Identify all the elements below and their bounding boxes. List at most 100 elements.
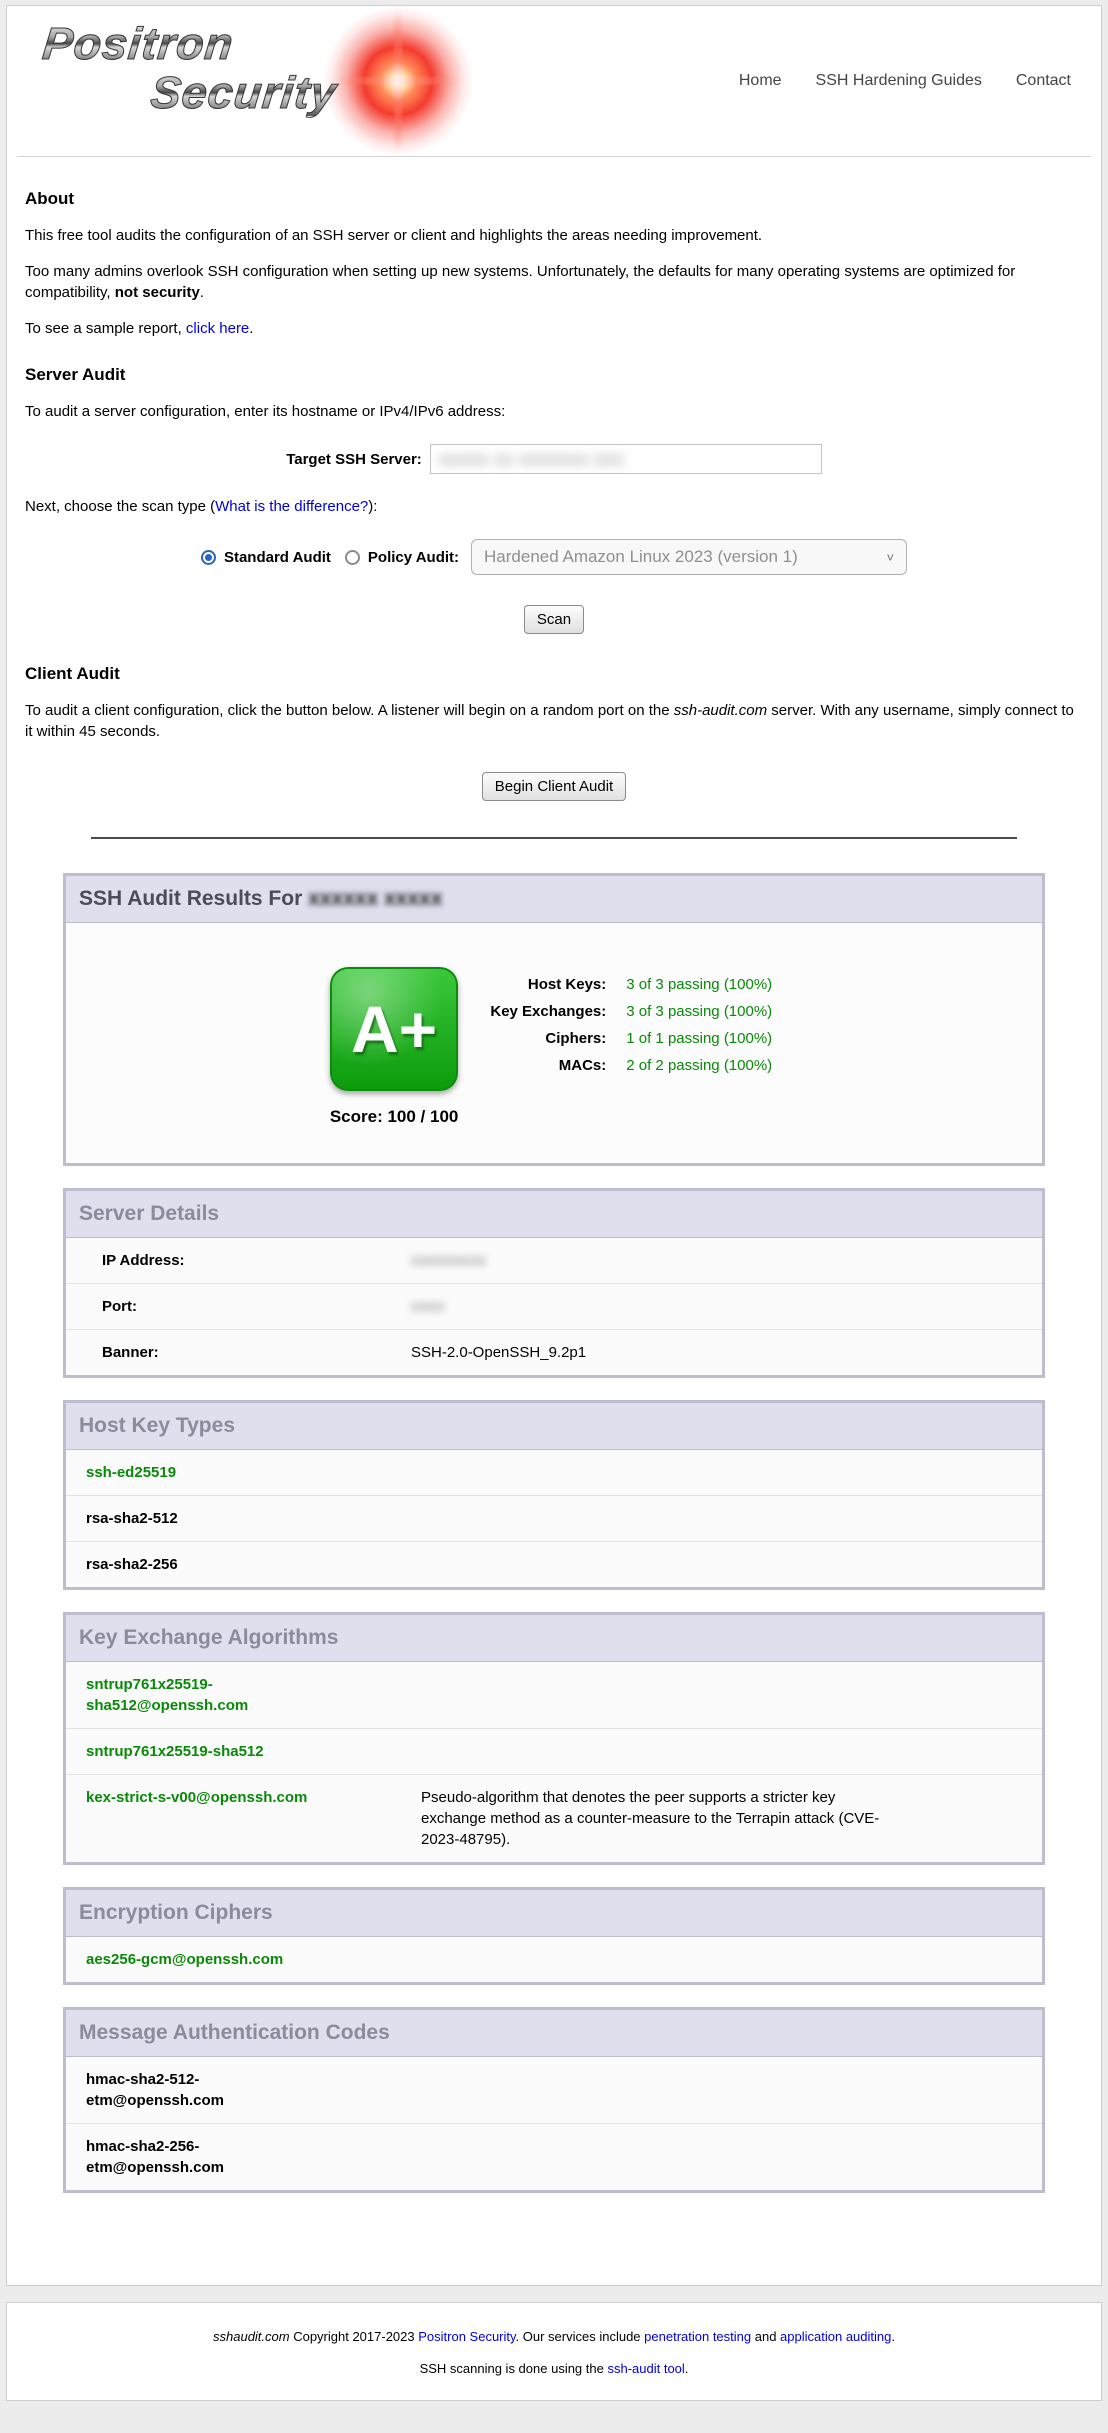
sample-report-text: To see a sample report, xyxy=(25,320,186,337)
stat-label: Ciphers: xyxy=(484,1025,612,1052)
client-audit-intro: To audit a client configuration, click t… xyxy=(25,700,1083,742)
target-ssh-server-input[interactable]: xxxxx xx xxxxxxx xxx xyxy=(430,444,822,474)
algorithm-name-line: etm@openssh.com xyxy=(86,2159,224,2176)
policy-select[interactable]: Hardened Amazon Linux 2023 (version 1) ˅ xyxy=(471,539,907,575)
standard-audit-radio[interactable] xyxy=(201,550,216,565)
grade-letter: A+ xyxy=(351,996,437,1062)
results-body: A+ Score: 100 / 100 Host Keys: 3 of 3 pa… xyxy=(66,923,1042,1163)
host-key-types-panel: Host Key Types ssh-ed25519 rsa-sha2-512 … xyxy=(63,1400,1045,1590)
logo-line-2: Security xyxy=(149,69,340,116)
server-audit-intro: To audit a server configuration, enter i… xyxy=(25,401,1083,422)
server-details-panel: Server Details IP Address: xxxxxxxxx Por… xyxy=(63,1188,1045,1378)
algorithm-row: hmac-sha2-512- etm@openssh.com xyxy=(66,2057,1042,2124)
scan-type-difference-link[interactable]: What is the difference? xyxy=(215,498,368,515)
chevron-down-icon: ˅ xyxy=(886,550,894,565)
macs-title: Message Authentication Codes xyxy=(66,2010,1042,2057)
algorithm-row: rsa-sha2-256 xyxy=(66,1542,1042,1587)
scan-type-line: Next, choose the scan type (What is the … xyxy=(25,496,1083,517)
site-logo[interactable]: Positron Security xyxy=(33,20,473,142)
algorithm-row: aes256-gcm@openssh.com xyxy=(66,1937,1042,1982)
detail-row: IP Address: xxxxxxxxx xyxy=(66,1238,1042,1284)
page-content: About This free tool audits the configur… xyxy=(7,157,1101,2285)
macs-panel: Message Authentication Codes hmac-sha2-5… xyxy=(63,2007,1045,2193)
footer-link-positron-security[interactable]: Positron Security xyxy=(418,2329,515,2344)
begin-client-audit-button[interactable]: Begin Client Audit xyxy=(482,772,626,801)
algorithm-note: Pseudo-algorithm that denotes the peer s… xyxy=(421,1787,911,1850)
footer-site-name: sshaudit.com xyxy=(213,2329,290,2344)
footer-and-text: and xyxy=(751,2329,780,2344)
stat-value: 3 of 3 passing (100%) xyxy=(612,998,778,1025)
main-nav: Home SSH Hardening Guides Contact xyxy=(739,72,1075,90)
algorithm-name-line: sntrup761x25519- xyxy=(86,1676,213,1693)
algorithm-row: sntrup761x25519-sha512 xyxy=(66,1729,1042,1775)
target-ssh-server-label: Target SSH Server: xyxy=(286,451,422,468)
redacted-ip: xxxxxxxxx xyxy=(411,1252,486,1269)
algorithm-name: rsa-sha2-256 xyxy=(66,1554,421,1575)
detail-label: IP Address: xyxy=(66,1250,411,1271)
standard-audit-label[interactable]: Standard Audit xyxy=(224,549,331,566)
footer-period-2: . xyxy=(685,2361,689,2376)
sample-report-line: To see a sample report, click here. xyxy=(25,318,1083,339)
client-audit-heading: Client Audit xyxy=(25,664,1083,684)
starburst-icon xyxy=(323,6,473,156)
key-exchange-panel: Key Exchange Algorithms sntrup761x25519-… xyxy=(63,1612,1045,1865)
not-security-emphasis: not security xyxy=(115,284,200,301)
encryption-ciphers-title: Encryption Ciphers xyxy=(66,1890,1042,1937)
section-divider xyxy=(91,837,1017,839)
footer-line-2: SSH scanning is done using the ssh-audit… xyxy=(19,2361,1089,2376)
detail-label: Port: xyxy=(66,1296,411,1317)
policy-audit-label[interactable]: Policy Audit: xyxy=(368,549,459,566)
detail-label: Banner: xyxy=(66,1342,411,1363)
scan-button[interactable]: Scan xyxy=(524,605,584,634)
site-header: Positron Security Home SSH Hardening Gui… xyxy=(7,6,1101,146)
footer-scanning-text: SSH scanning is done using the xyxy=(420,2361,608,2376)
policy-audit-radio[interactable] xyxy=(345,550,360,565)
algorithm-row: ssh-ed25519 xyxy=(66,1450,1042,1496)
sample-report-link[interactable]: click here xyxy=(186,320,249,337)
algorithm-name: kex-strict-s-v00@openssh.com xyxy=(66,1787,421,1850)
detail-value: xxxx xyxy=(411,1296,1042,1317)
policy-select-value: Hardened Amazon Linux 2023 (version 1) xyxy=(484,547,798,567)
stat-row: Ciphers: 1 of 1 passing (100%) xyxy=(484,1025,778,1052)
ssh-audit-domain-emphasis: ssh-audit.com xyxy=(674,702,767,719)
server-details-title: Server Details xyxy=(66,1191,1042,1238)
about-defaults-period: . xyxy=(200,284,204,301)
footer-link-ssh-audit-tool[interactable]: ssh-audit tool xyxy=(607,2361,684,2376)
footer-link-penetration-testing[interactable]: penetration testing xyxy=(644,2329,751,2344)
target-ssh-server-row: Target SSH Server: xxxxx xx xxxxxxx xxx xyxy=(25,444,1083,474)
stat-value: 2 of 2 passing (100%) xyxy=(612,1052,778,1079)
footer-services-text: . Our services include xyxy=(516,2329,645,2344)
sample-report-period: . xyxy=(249,320,253,337)
algorithm-name-line: hmac-sha2-256- xyxy=(86,2138,199,2155)
algorithm-name-line: hmac-sha2-512- xyxy=(86,2071,199,2088)
redacted-input-value: xxxxx xx xxxxxxx xxx xyxy=(439,449,624,470)
stat-label: Key Exchanges: xyxy=(484,998,612,1025)
redacted-hostname: xxxxxx xxxxx xyxy=(308,887,442,910)
algorithm-name-line: etm@openssh.com xyxy=(86,2092,224,2109)
grade-column: A+ Score: 100 / 100 xyxy=(330,967,459,1127)
algorithm-name-line: sha512@openssh.com xyxy=(86,1697,248,1714)
footer-link-application-auditing[interactable]: application auditing xyxy=(780,2329,891,2344)
scan-type-text: Next, choose the scan type ( xyxy=(25,498,215,515)
nav-link-ssh-hardening-guides[interactable]: SSH Hardening Guides xyxy=(816,72,982,90)
nav-link-contact[interactable]: Contact xyxy=(1016,72,1071,90)
score-text: Score: 100 / 100 xyxy=(330,1107,459,1127)
stat-row: Host Keys: 3 of 3 passing (100%) xyxy=(484,971,778,998)
key-exchange-title: Key Exchange Algorithms xyxy=(66,1615,1042,1662)
algorithm-name: hmac-sha2-512- etm@openssh.com xyxy=(66,2069,421,2111)
algorithm-name: rsa-sha2-512 xyxy=(66,1508,421,1529)
results-stats: Host Keys: 3 of 3 passing (100%) Key Exc… xyxy=(484,971,778,1079)
stat-label: Host Keys: xyxy=(484,971,612,998)
nav-link-home[interactable]: Home xyxy=(739,72,782,90)
detail-row: Port: xxxx xyxy=(66,1284,1042,1330)
stat-value: 1 of 1 passing (100%) xyxy=(612,1025,778,1052)
detail-value: SSH-2.0-OpenSSH_9.2p1 xyxy=(411,1342,1042,1363)
algorithm-row: sntrup761x25519- sha512@openssh.com xyxy=(66,1662,1042,1729)
stat-row: MACs: 2 of 2 passing (100%) xyxy=(484,1052,778,1079)
footer-line-1: sshaudit.com Copyright 2017-2023 Positro… xyxy=(19,2329,1089,2344)
scan-type-text-end: ): xyxy=(368,498,377,515)
algorithm-row: hmac-sha2-256- etm@openssh.com xyxy=(66,2124,1042,2190)
detail-row: Banner: SSH-2.0-OpenSSH_9.2p1 xyxy=(66,1330,1042,1375)
algorithm-name: aes256-gcm@openssh.com xyxy=(66,1949,421,1970)
client-audit-text: To audit a client configuration, click t… xyxy=(25,702,674,719)
